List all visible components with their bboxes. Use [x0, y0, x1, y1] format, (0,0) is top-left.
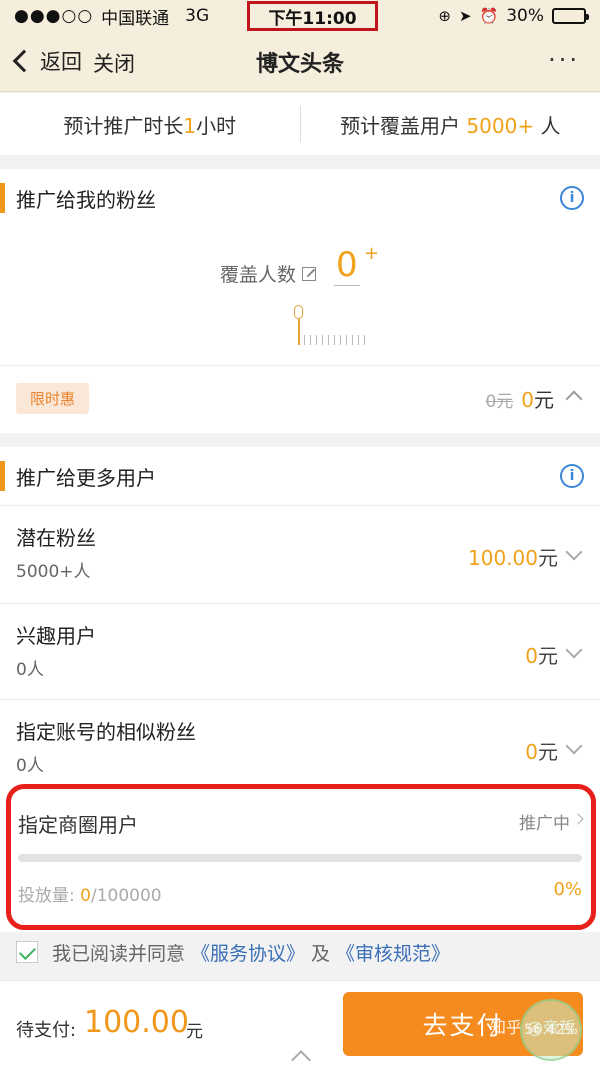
list-item-interest-users[interactable]: 兴趣用户 0人 0元: [0, 603, 600, 699]
battery-icon: [552, 8, 589, 24]
more-options-button[interactable]: ···: [548, 46, 580, 74]
location-icon: ➤: [458, 7, 472, 25]
service-agreement-link[interactable]: 《服务协议》: [191, 939, 305, 966]
chevron-up-icon[interactable]: [565, 390, 583, 408]
item-title: 指定账号的相似粉丝: [16, 720, 196, 744]
list-item-potential-fans[interactable]: 潜在粉丝 5000+人 100.00元: [0, 505, 600, 603]
chevron-up-icon[interactable]: [291, 1050, 311, 1066]
promo-price: 0元 0元: [485, 384, 554, 413]
coverage-value: 5000+: [466, 113, 535, 138]
fans-section-title: 推广给我的粉丝: [16, 187, 156, 212]
more-section-header: 推广给更多用户 i: [0, 447, 600, 505]
item-price-value: 0: [525, 644, 538, 668]
delivery-amount: 投放量: 0/100000: [18, 881, 162, 906]
duration-unit: 小时: [196, 113, 237, 138]
cover-count-area: 覆盖人数 0 +: [0, 227, 600, 365]
more-section-title: 推广给更多用户: [16, 465, 156, 490]
price-unit: 元: [534, 388, 554, 412]
item-price-value: 0: [525, 740, 538, 764]
fans-section: 推广给我的粉丝 i 覆盖人数 0 + 限时惠 0元 0元: [0, 169, 600, 433]
agreement-and: 及: [311, 942, 331, 965]
coverage-prefix: 预计覆盖用户: [340, 113, 461, 138]
edit-icon[interactable]: [302, 266, 317, 281]
close-button[interactable]: 关闭: [93, 48, 135, 78]
pay-unit: 元: [186, 1022, 203, 1042]
carrier-label: 中国联通: [101, 8, 170, 29]
payment-footer: 待支付: 100.00 元 去支付 知乎 @帝哲 56.42%: [0, 980, 600, 1066]
amount-value: 0: [80, 886, 91, 906]
promo-row[interactable]: 限时惠 0元 0元: [0, 365, 600, 431]
original-price: 0元: [485, 392, 514, 412]
pay-amount: 100.00: [84, 1005, 189, 1040]
review-rules-link[interactable]: 《审核规范》: [336, 939, 450, 966]
alarm-icon: ⏰: [479, 7, 499, 25]
info-icon[interactable]: i: [560, 186, 584, 210]
list-item-similar-fans[interactable]: 指定账号的相似粉丝 0人 0元: [0, 699, 600, 789]
agreement-row: 我已阅读并同意 《服务协议》 及 《审核规范》: [0, 932, 600, 972]
item-sub: 0人: [16, 660, 44, 680]
progress-percent: 0%: [553, 879, 582, 900]
network-label: 3G: [185, 6, 210, 26]
cover-slider[interactable]: [292, 305, 372, 345]
back-button[interactable]: 返回: [12, 46, 82, 76]
item-price: 0元: [525, 736, 558, 765]
status-left: ●●●○○ 中国联通 3G: [14, 4, 209, 29]
status-badge: 推广中: [519, 814, 570, 834]
status-time: 下午11:00: [247, 1, 378, 31]
item-sub: 0人: [16, 756, 44, 776]
estimate-summary: 预计推广时长1小时 预计覆盖用户 5000+ 人: [0, 93, 600, 155]
item-price-unit: 元: [538, 546, 558, 570]
status-bar: ●●●○○ 中国联通 3G 下午11:00 ⊕ ➤ ⏰ 30%: [0, 0, 600, 32]
slider-stem: [298, 319, 300, 345]
amount-total: /100000: [90, 886, 162, 906]
speed-badge[interactable]: 56.42%: [520, 999, 582, 1061]
progress-bar: [18, 854, 582, 862]
cover-value-input[interactable]: 0: [334, 245, 360, 286]
item-price: 0元: [525, 640, 558, 669]
slider-ticks: [304, 335, 366, 345]
section-accent-bar: [0, 183, 5, 213]
more-users-section: 推广给更多用户 i 潜在粉丝 5000+人 100.00元 兴趣用户 0人 0元…: [0, 447, 600, 789]
duration-prefix: 预计推广时长: [63, 113, 184, 138]
rotation-lock-icon: ⊕: [438, 7, 451, 25]
item-title: 兴趣用户: [16, 624, 96, 648]
item-price: 100.00元: [468, 542, 558, 571]
estimate-coverage: 预计覆盖用户 5000+ 人: [301, 110, 600, 139]
item-price-unit: 元: [538, 644, 558, 668]
chevron-right-icon[interactable]: [572, 813, 584, 825]
chevron-left-icon: [12, 49, 36, 73]
estimate-duration: 预计推广时长1小时: [0, 110, 300, 139]
cover-label-text: 覆盖人数: [220, 264, 297, 286]
pay-label: 待支付:: [16, 1020, 77, 1041]
status-right: ⊕ ➤ ⏰ 30%: [438, 0, 589, 32]
battery-percent: 30%: [506, 6, 544, 26]
agreement-checkbox[interactable]: [16, 941, 38, 963]
business-circle-title: 指定商圈用户: [18, 813, 138, 837]
page-title: 博文头条: [255, 52, 344, 77]
amount-label: 投放量:: [18, 886, 75, 906]
price-value: 0: [521, 388, 534, 412]
business-circle-section[interactable]: 指定商圈用户 推广中 投放量: 0/100000 0%: [0, 789, 600, 932]
back-label: 返回: [40, 50, 82, 74]
duration-value: 1: [183, 113, 197, 138]
section-accent-bar: [0, 461, 5, 491]
time-label: 下午11:00: [268, 8, 357, 29]
item-price-unit: 元: [538, 740, 558, 764]
coverage-unit: 人: [540, 113, 561, 138]
item-price-value: 100.00: [468, 546, 538, 570]
fans-section-header: 推广给我的粉丝 i: [0, 169, 600, 227]
plus-icon[interactable]: +: [364, 243, 379, 264]
info-icon[interactable]: i: [560, 464, 584, 488]
slider-handle[interactable]: [294, 305, 303, 319]
agreement-text: 我已阅读并同意: [52, 942, 186, 965]
nav-bar: 返回 关闭 博文头条 ···: [0, 32, 600, 92]
cover-label: 覆盖人数: [220, 260, 317, 287]
signal-icon: ●●●○○: [14, 6, 94, 26]
promo-tag: 限时惠: [16, 383, 90, 414]
